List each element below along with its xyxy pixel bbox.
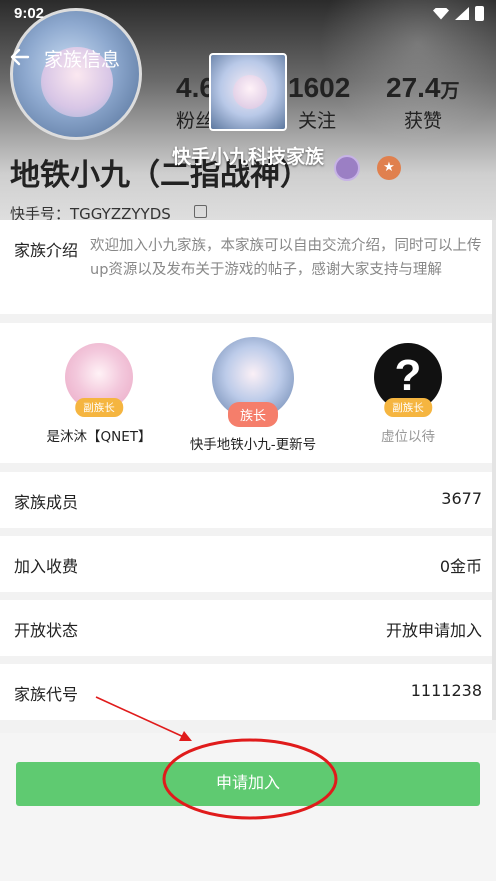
stat-likes[interactable]: 27.4万 获赞 (386, 72, 460, 133)
footer-area (0, 733, 496, 881)
apply-join-button[interactable]: 申请加入 (16, 762, 480, 806)
role-tag: 族长 (227, 402, 279, 427)
info-row-code[interactable]: 家族代号 1111238 (0, 664, 492, 720)
copy-icon[interactable] (194, 205, 207, 218)
row-value: 0金币 (439, 557, 482, 576)
stat-likes-label: 获赞 (404, 110, 443, 132)
role-tag: 副族长 (75, 398, 123, 417)
stat-likes-value: 27.4万 (386, 72, 460, 104)
info-row-members[interactable]: 家族成员 3677 (0, 472, 492, 528)
row-value: 1111238 (410, 681, 482, 700)
wifi-icon (433, 7, 449, 20)
arrow-left-icon[interactable] (8, 45, 34, 71)
leader-vice-2[interactable]: ? 副族长 虚位以待 (328, 343, 488, 445)
role-tag: 副族长 (384, 398, 432, 417)
stat-following-value: 1602 (288, 72, 351, 103)
star-badge-icon: ★ (377, 156, 401, 180)
row-label: 开放状态 (14, 621, 79, 640)
leader-name: 快手地铁小九-更新号 (189, 437, 317, 453)
family-avatar (209, 53, 287, 131)
stat-following-label: 关注 (298, 110, 337, 132)
avatar: 副族长 (65, 343, 133, 417)
status-icons (433, 6, 484, 21)
row-value: 3677 (441, 489, 482, 508)
info-row-fee[interactable]: 加入收费 0金币 (0, 536, 492, 592)
stat-following[interactable]: 1602 关注 (288, 72, 350, 133)
battery-icon (475, 6, 484, 21)
status-bar: 9:02 (0, 0, 496, 28)
stat-likes-unit: 万 (440, 81, 460, 102)
info-row-status[interactable]: 开放状态 开放申请加入 (0, 600, 492, 656)
row-label: 加入收费 (14, 557, 79, 576)
leader-name: 是沐沐【QNET】 (46, 429, 152, 445)
signal-icon (455, 7, 469, 20)
stat-likes-number: 27.4 (386, 72, 441, 103)
status-time: 9:02 (14, 5, 45, 22)
row-value: 开放申请加入 (385, 621, 482, 640)
row-label: 家族成员 (14, 493, 79, 512)
question-mark-icon: ? 副族长 (374, 343, 442, 417)
family-intro-card: 家族介绍 欢迎加入小九家族，本家族可以自由交流介绍，同时可以上传up资源以及发布… (0, 220, 492, 314)
scrollbar[interactable] (492, 220, 496, 720)
page-title: 家族信息 (44, 50, 121, 71)
row-label: 家族代号 (14, 685, 79, 704)
family-name: 快手小九科技家族 (171, 146, 324, 168)
intro-label: 家族介绍 (14, 241, 79, 260)
avatar: 族长 (212, 337, 294, 427)
leader-vice-1[interactable]: 副族长 是沐沐【QNET】 (19, 343, 179, 445)
back-arrow-glyph (10, 48, 30, 66)
level-badge-icon (334, 155, 360, 181)
intro-text: 欢迎加入小九家族，本家族可以自由交流介绍，同时可以上传up资源以及发布关于游戏的… (90, 238, 482, 278)
leader-name: 虚位以待 (381, 429, 435, 445)
family-leaders-card: 副族长 是沐沐【QNET】 族长 快手地铁小九-更新号 ? 副族长 虚位以待 (0, 323, 492, 463)
leader-chief[interactable]: 族长 快手地铁小九-更新号 (173, 337, 333, 453)
